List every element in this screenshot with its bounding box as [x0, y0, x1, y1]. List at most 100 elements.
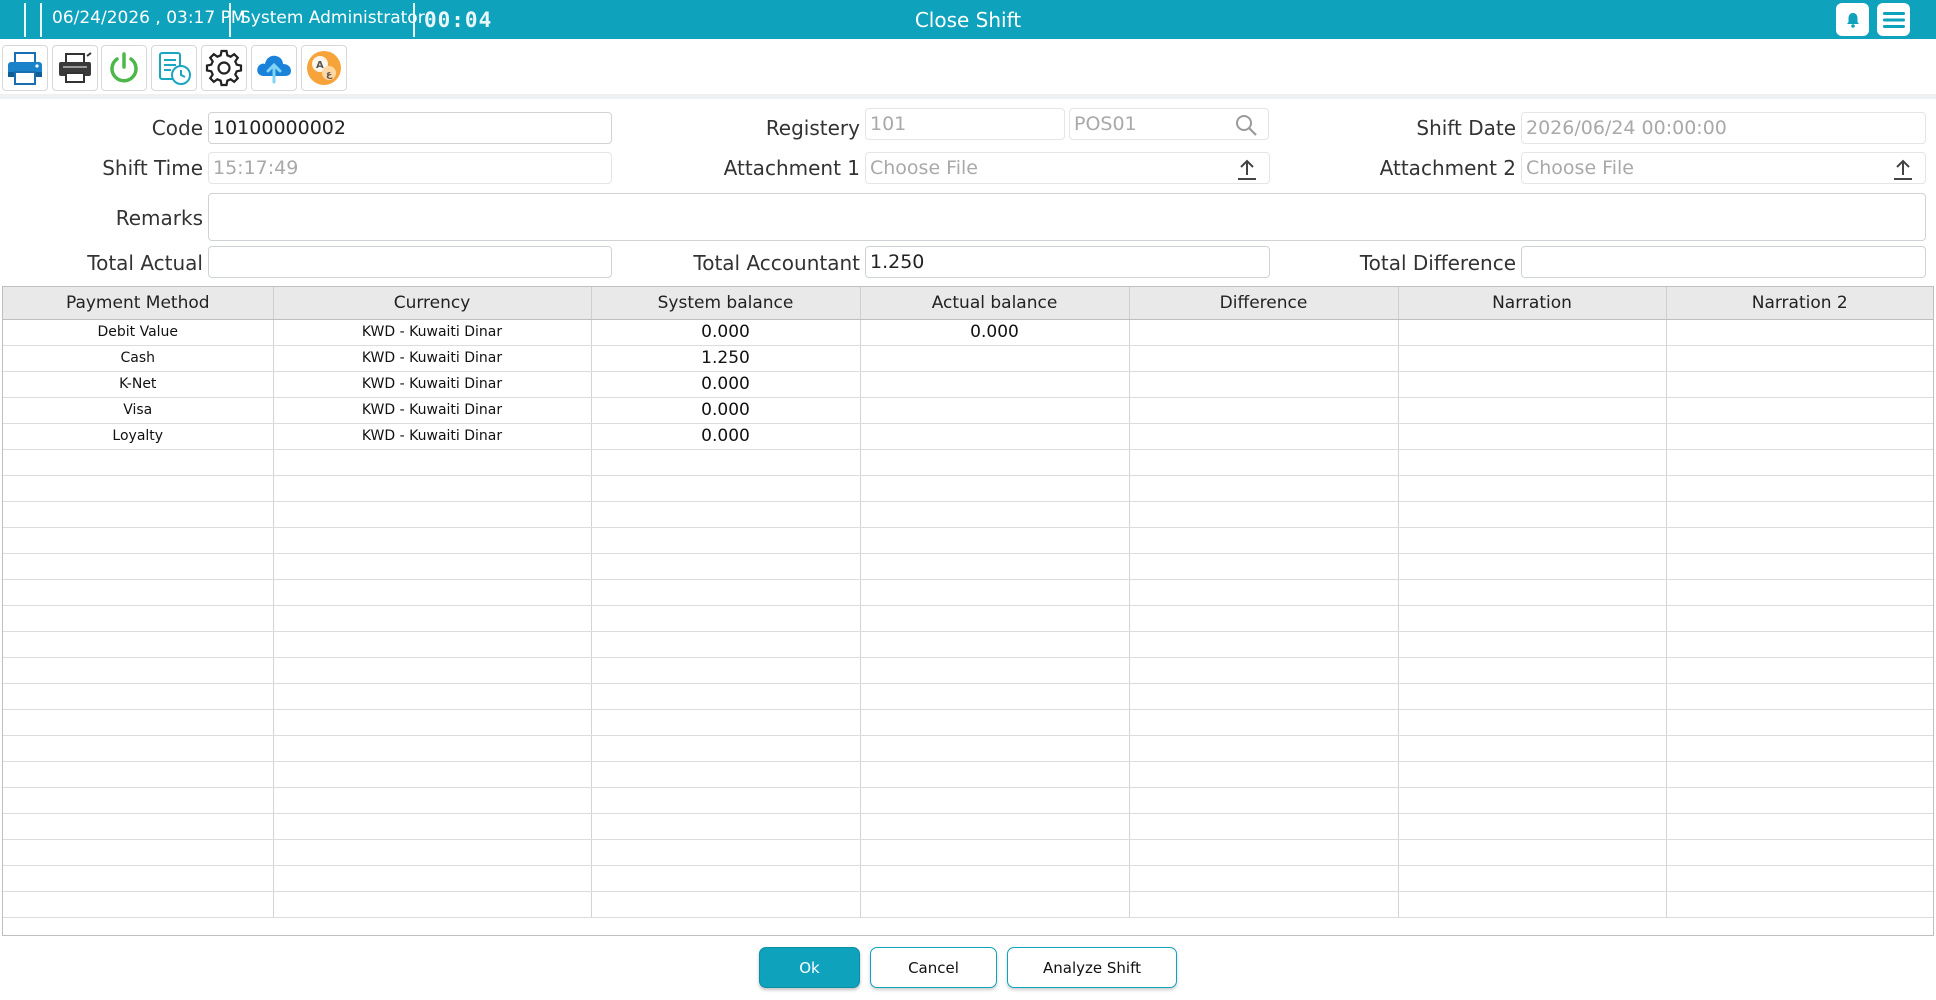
- difference-cell[interactable]: [1129, 501, 1399, 528]
- actual-balance-cell[interactable]: [860, 709, 1130, 736]
- currency-cell[interactable]: [273, 683, 592, 710]
- currency-cell[interactable]: KWD - Kuwaiti Dinar: [273, 371, 592, 398]
- column-header-payment-method[interactable]: Payment Method: [3, 287, 274, 320]
- cancel-button[interactable]: Cancel: [870, 947, 997, 988]
- actual-balance-cell[interactable]: [860, 865, 1130, 892]
- table-row[interactable]: Loyalty KWD - Kuwaiti Dinar 0.000: [3, 423, 1933, 450]
- currency-cell[interactable]: [273, 605, 592, 632]
- cloud-upload-button[interactable]: [251, 45, 297, 91]
- narration-2-cell[interactable]: [1666, 449, 1933, 476]
- system-balance-cell[interactable]: [591, 683, 861, 710]
- actual-balance-cell[interactable]: [860, 397, 1130, 424]
- difference-cell[interactable]: [1129, 371, 1399, 398]
- narration-cell[interactable]: [1398, 683, 1667, 710]
- column-header-actual-balance[interactable]: Actual balance: [860, 287, 1130, 320]
- difference-cell[interactable]: [1129, 553, 1399, 580]
- difference-cell[interactable]: [1129, 839, 1399, 866]
- system-balance-cell[interactable]: [591, 475, 861, 502]
- narration-2-cell[interactable]: [1666, 735, 1933, 762]
- system-balance-cell[interactable]: 0.000: [591, 371, 861, 398]
- shift-date-input[interactable]: 2026/06/24 00:00:00: [1521, 112, 1926, 144]
- registery-search-button[interactable]: [1234, 113, 1258, 139]
- notifications-button[interactable]: [1836, 3, 1869, 36]
- shift-time-input[interactable]: 15:17:49: [208, 152, 612, 184]
- narration-cell[interactable]: [1398, 345, 1667, 372]
- system-balance-cell[interactable]: [591, 501, 861, 528]
- narration-2-cell[interactable]: [1666, 319, 1933, 346]
- currency-cell[interactable]: [273, 761, 592, 788]
- table-row-empty[interactable]: [3, 605, 1933, 632]
- column-header-system-balance[interactable]: System balance: [591, 287, 861, 320]
- currency-cell[interactable]: [273, 579, 592, 606]
- total-accountant-input[interactable]: 1.250: [865, 246, 1270, 278]
- table-row-empty[interactable]: [3, 683, 1933, 710]
- payment-method-cell[interactable]: [3, 501, 274, 528]
- system-balance-cell[interactable]: [591, 527, 861, 554]
- remarks-input[interactable]: [208, 193, 1926, 241]
- currency-cell[interactable]: KWD - Kuwaiti Dinar: [273, 319, 592, 346]
- actual-balance-cell[interactable]: [860, 527, 1130, 554]
- system-balance-cell[interactable]: 0.000: [591, 423, 861, 450]
- actual-balance-cell[interactable]: [860, 761, 1130, 788]
- narration-cell[interactable]: [1398, 657, 1667, 684]
- currency-cell[interactable]: [273, 787, 592, 814]
- narration-cell[interactable]: [1398, 813, 1667, 840]
- table-row-empty[interactable]: [3, 449, 1933, 476]
- difference-cell[interactable]: [1129, 397, 1399, 424]
- narration-2-cell[interactable]: [1666, 631, 1933, 658]
- narration-cell[interactable]: [1398, 579, 1667, 606]
- currency-cell[interactable]: [273, 891, 592, 918]
- narration-2-cell[interactable]: [1666, 501, 1933, 528]
- payment-method-cell[interactable]: [3, 657, 274, 684]
- narration-2-cell[interactable]: [1666, 345, 1933, 372]
- actual-balance-cell[interactable]: [860, 553, 1130, 580]
- narration-2-cell[interactable]: [1666, 553, 1933, 580]
- print-button[interactable]: [2, 45, 48, 91]
- narration-cell[interactable]: [1398, 371, 1667, 398]
- narration-cell[interactable]: [1398, 891, 1667, 918]
- actual-balance-cell[interactable]: [860, 839, 1130, 866]
- table-row-empty[interactable]: [3, 761, 1933, 788]
- narration-2-cell[interactable]: [1666, 475, 1933, 502]
- narration-2-cell[interactable]: [1666, 423, 1933, 450]
- attachment1-file-input[interactable]: Choose File: [865, 152, 1270, 184]
- table-row-empty[interactable]: [3, 631, 1933, 658]
- currency-cell[interactable]: [273, 475, 592, 502]
- system-balance-cell[interactable]: 1.250: [591, 345, 861, 372]
- currency-cell[interactable]: [273, 709, 592, 736]
- actual-balance-cell[interactable]: [860, 475, 1130, 502]
- table-row-empty[interactable]: [3, 839, 1933, 866]
- system-balance-cell[interactable]: [591, 865, 861, 892]
- settings-button[interactable]: [201, 45, 247, 91]
- currency-cell[interactable]: [273, 527, 592, 554]
- total-actual-input[interactable]: [208, 246, 612, 278]
- difference-cell[interactable]: [1129, 683, 1399, 710]
- narration-2-cell[interactable]: [1666, 839, 1933, 866]
- currency-cell[interactable]: [273, 449, 592, 476]
- system-balance-cell[interactable]: [591, 605, 861, 632]
- narration-2-cell[interactable]: [1666, 397, 1933, 424]
- actual-balance-cell[interactable]: [860, 579, 1130, 606]
- table-row-empty[interactable]: [3, 527, 1933, 554]
- payment-method-cell[interactable]: K-Net: [3, 371, 274, 398]
- system-balance-cell[interactable]: [591, 631, 861, 658]
- table-row[interactable]: Debit Value KWD - Kuwaiti Dinar 0.000 0.000: [3, 319, 1933, 346]
- actual-balance-cell[interactable]: [860, 501, 1130, 528]
- payment-method-cell[interactable]: [3, 787, 274, 814]
- menu-button[interactable]: [1877, 3, 1910, 36]
- narration-cell[interactable]: [1398, 735, 1667, 762]
- total-difference-input[interactable]: [1521, 246, 1926, 278]
- table-row-empty[interactable]: [3, 709, 1933, 736]
- difference-cell[interactable]: [1129, 579, 1399, 606]
- system-balance-cell[interactable]: [591, 449, 861, 476]
- table-row[interactable]: K-Net KWD - Kuwaiti Dinar 0.000: [3, 371, 1933, 398]
- column-header-narration-2[interactable]: Narration 2: [1666, 287, 1933, 320]
- difference-cell[interactable]: [1129, 657, 1399, 684]
- payment-method-cell[interactable]: [3, 709, 274, 736]
- narration-2-cell[interactable]: [1666, 813, 1933, 840]
- actual-balance-cell[interactable]: [860, 891, 1130, 918]
- narration-cell[interactable]: [1398, 423, 1667, 450]
- payment-method-cell[interactable]: [3, 683, 274, 710]
- table-row-empty[interactable]: [3, 813, 1933, 840]
- difference-cell[interactable]: [1129, 761, 1399, 788]
